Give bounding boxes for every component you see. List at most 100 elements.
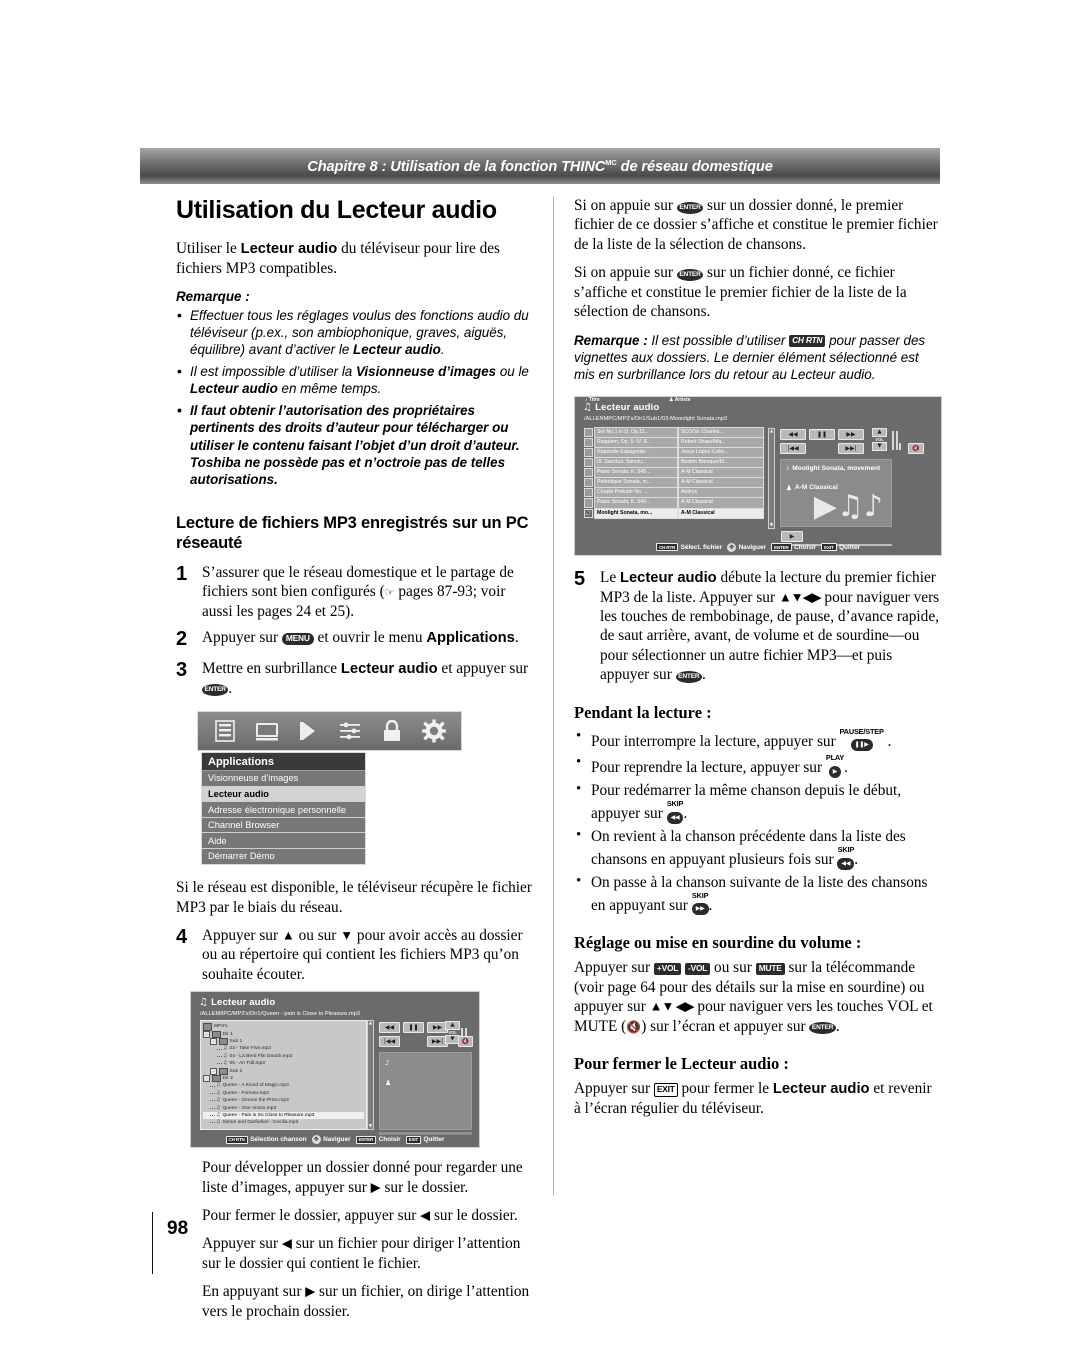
tree-file-row[interactable]: ♫05 - An Túll.mp3 (203, 1060, 364, 1067)
song-artist-cell: A-M Classical (678, 508, 764, 519)
enter-key-icon: ENTER (676, 671, 702, 683)
step-number: 5 (574, 568, 600, 685)
pointing-hand-icon: ☞ (385, 586, 395, 599)
skip-back-button[interactable]: |◀◀ (379, 1036, 400, 1047)
music-file-icon: ♫ (216, 1090, 221, 1097)
key-caption: SKIP (692, 892, 709, 900)
tree-scrollbar[interactable]: ▲ ▼ (367, 1020, 374, 1130)
applications-menu-item[interactable]: Démarrer Démo (202, 849, 365, 864)
dpad-icon-right: ✥ (727, 543, 736, 552)
song-row[interactable]: Ser No.1 in D, Op.11..SCO/Sir Charles... (584, 428, 766, 437)
pause-button[interactable]: ❚❚ (403, 1022, 424, 1033)
page-title: Utilisation du Lecteur audio (176, 196, 538, 225)
song-row[interactable]: 🔊Moolight Sonata, mo...A-M Classical (584, 509, 766, 518)
row-marker (584, 448, 593, 457)
pause-button-right[interactable]: ❚❚ (809, 429, 835, 440)
dpad-icon: ✥ (312, 1135, 321, 1144)
tree-file-row[interactable]: ♫Queen - Forever.mp3 (203, 1090, 364, 1097)
volume-down-button-right[interactable]: ▼ (872, 442, 887, 451)
playback-bullet: On revient à la chanson précédente dans … (574, 827, 942, 870)
scroll-down-arrow[interactable]: ▼ (369, 1124, 372, 1129)
tree-connector (217, 1063, 222, 1064)
song-scroll-up-arrow[interactable]: ▲ (770, 429, 773, 434)
song-row[interactable]: Pathétique Sonata, m...A-M Classical (584, 478, 766, 487)
tree-expander-icon[interactable]: - (203, 1075, 210, 1082)
row-marker (584, 498, 593, 507)
step-number: 1 (176, 563, 202, 621)
song-scroll-down-arrow[interactable]: ▼ (770, 523, 773, 528)
volume-level-bars-right (892, 428, 901, 450)
mute-button-right[interactable]: 🔇 (908, 443, 924, 454)
song-row[interactable]: III. Sanctus: Sanctu...Boston Baroque/M.… (584, 458, 766, 467)
tree-expander-icon[interactable]: - (210, 1068, 217, 1075)
tree-file-row[interactable]: ♫04 - Lá Bred Flin Dtaoth.mp3 (203, 1053, 364, 1060)
song-row[interactable]: Requiem, Op. 5: IV. R..Robert Shaw/Atla.… (584, 438, 766, 447)
tree-folder-row[interactable]: MP3's (203, 1023, 364, 1030)
rewind-button-right[interactable]: ◀◀ (780, 429, 806, 440)
body-paragraph: Pour développer un dossier donné pour re… (202, 1158, 538, 1197)
fast-forward-button-right[interactable]: ▶▶ (838, 429, 864, 440)
tree-folder-row[interactable]: -Dir 1 (203, 1031, 364, 1038)
tree-folder-row[interactable]: -Sub 1 (203, 1038, 364, 1045)
tree-file-row[interactable]: ♫Queen - Gimme the Prize.mp3 (203, 1097, 364, 1104)
volume-control-right[interactable]: ▲ VOL ▼ (872, 428, 887, 451)
enter-key-icon: ENTER (677, 202, 703, 214)
legend-bar-right: CH RTNSélect. fichier ✥Naviguer ENTERCho… (575, 543, 941, 552)
key-caption: PAUSE/STEP (840, 728, 884, 736)
tree-expander-icon[interactable]: - (203, 1031, 210, 1038)
song-list-table[interactable]: Ser No.1 in D, Op.11..SCO/Sir Charles...… (584, 428, 766, 519)
tree-file-row[interactable]: ♫Queen - One Vision.mp3 (203, 1105, 364, 1112)
applications-menu-item[interactable]: Adresse électronique personnelle (202, 802, 365, 818)
tree-file-row[interactable]: ♫Queen - Pain is So Close to Pleasure.mp… (203, 1112, 364, 1119)
song-row[interactable]: Rapsodie Espagnole:..Jesus Lopez-Cobo... (584, 448, 766, 457)
enter-key-icon: ENTER (356, 1136, 377, 1144)
arrow-icon: ▶ (305, 1284, 315, 1299)
folder-icon (219, 1038, 228, 1045)
tree-file-row[interactable]: ♫03 - Take Five.mp3 (203, 1045, 364, 1052)
speaker-icon (295, 718, 323, 744)
menu-key-icon: MENU (282, 633, 314, 645)
player-path-left: /ALLEMIIPC/MP3's/Dir1/Queen - pain is Cl… (200, 1011, 360, 1017)
tree-folder-row[interactable]: -Dir 2 (203, 1075, 364, 1082)
sliders-icon (336, 718, 364, 744)
play-button-right[interactable]: ▶ (781, 531, 803, 542)
file-tree-pane[interactable]: MP3's-Dir 1-Sub 1♫03 - Take Five.mp3♫04 … (200, 1020, 367, 1130)
song-row[interactable]: Piano Sonata, K. 545...A-M Classical (584, 498, 766, 507)
note-item: Il est impossible d’utiliser la Visionne… (176, 363, 538, 398)
applications-menu-list[interactable]: Applications Visionneuse d’imagesLecteur… (201, 752, 366, 865)
note-bold-term: Lecteur audio (190, 381, 278, 396)
legend-group-4-right: EXITQuitter (821, 543, 860, 551)
applications-menu-item[interactable]: Aide (202, 833, 365, 849)
remote-key-stack-icon: PLAY▶ (826, 754, 844, 778)
song-row[interactable]: Chopin Prelude No. ...Andrys (584, 488, 766, 497)
tree-expander-icon[interactable]: - (210, 1038, 217, 1045)
chrtn-key-icon-right: CH RTN (656, 543, 678, 551)
menu-icon-bar (197, 711, 462, 751)
enter-key-icon: ENTER (677, 269, 703, 281)
tree-connector (210, 1100, 215, 1101)
volume-up-button[interactable]: ▲ (445, 1021, 460, 1030)
applications-menu-item[interactable]: Lecteur audio (202, 787, 365, 803)
skip-forward-button-right[interactable]: ▶▶| (838, 443, 864, 454)
tree-folder-row[interactable]: -Sub 2 (203, 1068, 364, 1075)
direction-arrows-icon: ▲▼◀▶ (779, 589, 821, 604)
note-item: Il faut obtenir l’autorisation des propr… (176, 402, 538, 489)
row-marker (584, 468, 593, 477)
step-number: 2 (176, 628, 202, 652)
footer-rule (152, 1212, 153, 1274)
applications-menu-item[interactable]: Visionneuse d’images (202, 771, 365, 787)
skip-back-button-right[interactable]: |◀◀ (780, 443, 806, 454)
step-row: 5Le Lecteur audio débute la lecture du p… (574, 568, 942, 685)
scroll-up-arrow[interactable]: ▲ (369, 1021, 372, 1026)
heading-close-player: Pour fermer le Lecteur audio : (574, 1054, 942, 1074)
applications-menu-item[interactable]: Channel Browser (202, 818, 365, 834)
volume-up-button-right[interactable]: ▲ (872, 428, 887, 437)
music-note-icon-right: ♫ (583, 402, 592, 413)
rewind-button[interactable]: ◀◀ (379, 1022, 400, 1033)
mute-button-left[interactable]: 🔇 (458, 1036, 473, 1047)
song-list-scrollbar[interactable]: ▲ ▼ (768, 428, 775, 529)
song-row[interactable]: Piano Sonata, K. 545...A-M Classical (584, 468, 766, 477)
tree-file-row[interactable]: ♫Simon and Garfunkel - Cecilia.mp3 (203, 1119, 364, 1126)
music-file-icon: ♫ (216, 1112, 221, 1119)
tree-file-row[interactable]: ♫Queen - A Kinnd of Magic.mp3 (203, 1082, 364, 1089)
